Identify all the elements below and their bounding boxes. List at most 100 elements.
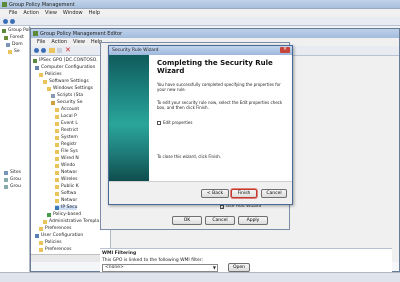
wmi-header: WMI Filtering xyxy=(102,251,137,256)
folder-icon xyxy=(55,184,59,189)
gpe-tree-item[interactable]: Account xyxy=(55,107,79,112)
gpm-tree: Group Policy Forest Dom Se Sites Grou Gr… xyxy=(0,26,36,272)
gpe-tree-item[interactable]: Local P xyxy=(55,114,77,119)
gpe-tree-item[interactable]: Policies xyxy=(39,240,62,245)
report-icon xyxy=(4,177,8,182)
wmi-filter-select[interactable]: <none> ▼ xyxy=(102,264,218,272)
gpe-tree-item[interactable]: Software Settings xyxy=(43,79,89,84)
finish-button[interactable]: Finish xyxy=(231,189,257,198)
gpm-toolbar xyxy=(0,17,400,26)
gpm-tree-item[interactable]: Sites xyxy=(4,170,21,175)
forest-icon xyxy=(4,35,8,40)
chart-icon xyxy=(47,212,51,217)
gpm-tree-item[interactable]: Se xyxy=(8,49,20,54)
gpe-tree-item[interactable]: Event L xyxy=(55,121,78,126)
folder-up-icon[interactable] xyxy=(49,48,55,53)
folder-icon xyxy=(55,121,59,126)
properties-icon[interactable] xyxy=(57,48,62,53)
gpo-icon xyxy=(33,58,37,63)
gpe-tree-item[interactable]: Scripts (Sta xyxy=(51,93,83,98)
gpe-menu-file[interactable]: File xyxy=(37,39,45,45)
folder-icon xyxy=(43,219,47,224)
chevron-down-icon: ▼ xyxy=(212,265,216,270)
gpe-tree-item[interactable]: Windo xyxy=(55,163,75,168)
gpe-menu-action[interactable]: Action xyxy=(51,39,67,45)
gpe-tree-item[interactable]: Computer Configuration xyxy=(35,65,95,70)
gpe-tree-item[interactable]: Preferences xyxy=(39,226,71,231)
back-button[interactable]: < Back xyxy=(201,189,229,198)
gpe-tree-item[interactable]: Softwa xyxy=(55,191,76,196)
wmi-panel: WMI Filtering This GPO is linked to the … xyxy=(100,248,392,272)
gpm-menu-bar: File Action View Window Help xyxy=(0,9,400,17)
user-icon xyxy=(35,233,39,238)
gpe-tree-item[interactable]: Policies xyxy=(39,72,62,77)
back-arrow-icon[interactable] xyxy=(34,48,39,53)
edit-properties-checkbox[interactable] xyxy=(157,120,161,125)
gpe-tree-item[interactable]: Registr xyxy=(55,142,77,147)
gpm-tree-item[interactable]: Grou xyxy=(4,177,21,182)
ipsec-icon xyxy=(55,205,59,210)
folder-icon xyxy=(55,128,59,133)
gpe-tree-item[interactable]: Security Se xyxy=(51,100,83,105)
gpm-title-bar: Group Policy Management xyxy=(0,0,400,9)
gpe-tree-item[interactable]: File Sys xyxy=(55,149,78,154)
gpm-tree-item[interactable]: Grou xyxy=(4,184,21,189)
script-icon xyxy=(51,93,55,98)
folder-icon xyxy=(55,177,59,182)
gpe-tree-item[interactable]: Wireles xyxy=(55,177,77,182)
properties-ok-button[interactable]: OK xyxy=(172,216,202,225)
folder-icon xyxy=(55,142,59,147)
folder-icon xyxy=(8,49,12,54)
sites-icon xyxy=(4,170,8,175)
folder-icon xyxy=(55,191,59,196)
properties-cancel-button[interactable]: Cancel xyxy=(205,216,235,225)
gpm-tree-item[interactable]: Dom xyxy=(6,42,23,47)
gpe-tree-item[interactable]: Administrative Templa xyxy=(43,219,99,224)
folder-icon xyxy=(55,114,59,119)
wizard-heading: Completing the Security Rule Wizard xyxy=(157,59,273,75)
gpe-tree-item[interactable]: User Configuration xyxy=(35,233,83,238)
gpm-menu-action[interactable]: Action xyxy=(23,10,39,16)
gpe-tree-item[interactable]: Wired N xyxy=(55,156,79,161)
folder-icon xyxy=(39,247,43,252)
gpm-tree-item[interactable]: Forest xyxy=(4,35,24,40)
gpm-menu-view[interactable]: View xyxy=(45,10,57,16)
gpe-tree-item[interactable]: Restrict xyxy=(55,128,78,133)
gpe-tree: IPSec GPO [DC.CONTOSO. Computer Configura… xyxy=(31,56,111,254)
gpe-tree-item[interactable]: Policy-based xyxy=(47,212,81,217)
forward-arrow-icon[interactable] xyxy=(10,19,15,24)
gpe-app-icon xyxy=(33,31,38,36)
folder-icon xyxy=(55,149,59,154)
wizard-text-close: To close this wizard, click Finish. xyxy=(157,154,222,159)
gpm-status-bar xyxy=(0,272,400,282)
back-arrow-icon[interactable] xyxy=(3,19,8,24)
gpm-menu-help[interactable]: Help xyxy=(89,10,100,16)
gpe-tree-item[interactable]: Windows Settings xyxy=(47,86,93,91)
properties-apply-button[interactable]: Apply xyxy=(238,216,268,225)
close-icon[interactable]: ✕ xyxy=(280,47,290,53)
gpe-tree-item[interactable]: IPSec GPO [DC.CONTOSO. xyxy=(33,58,98,63)
use-add-wizard-checkbox[interactable]: ✓ xyxy=(220,204,224,209)
folder-icon xyxy=(55,163,59,168)
folder-icon xyxy=(47,86,51,91)
gpe-tree-item[interactable]: Preferences xyxy=(39,247,71,252)
gpe-menu-view[interactable]: View xyxy=(73,39,85,45)
wizard-banner-image xyxy=(109,55,149,181)
report-icon xyxy=(4,184,8,189)
wmi-open-button[interactable]: Open xyxy=(228,263,250,272)
gpe-tree-item[interactable]: Public K xyxy=(55,184,79,189)
wmi-text: This GPO is linked to the following WMI … xyxy=(102,258,204,263)
computer-icon xyxy=(35,65,39,70)
gpe-scroll-left[interactable] xyxy=(31,254,111,262)
delete-icon[interactable]: ✕ xyxy=(65,47,71,54)
edit-properties-option[interactable]: Edit properties xyxy=(157,120,192,125)
gpe-tree-item[interactable]: System xyxy=(55,135,78,140)
forward-arrow-icon[interactable] xyxy=(41,48,46,53)
wizard-title-bar: Security Rule Wizard ✕ xyxy=(109,46,292,55)
cancel-button[interactable]: Cancel xyxy=(261,189,287,198)
gpe-tree-item[interactable]: Networ xyxy=(55,198,77,203)
gpm-menu-file[interactable]: File xyxy=(9,10,17,16)
gpm-menu-window[interactable]: Window xyxy=(63,10,83,16)
gpe-tree-item[interactable]: Networ xyxy=(55,170,77,175)
gpe-tree-item[interactable]: IP Secu xyxy=(55,205,78,210)
